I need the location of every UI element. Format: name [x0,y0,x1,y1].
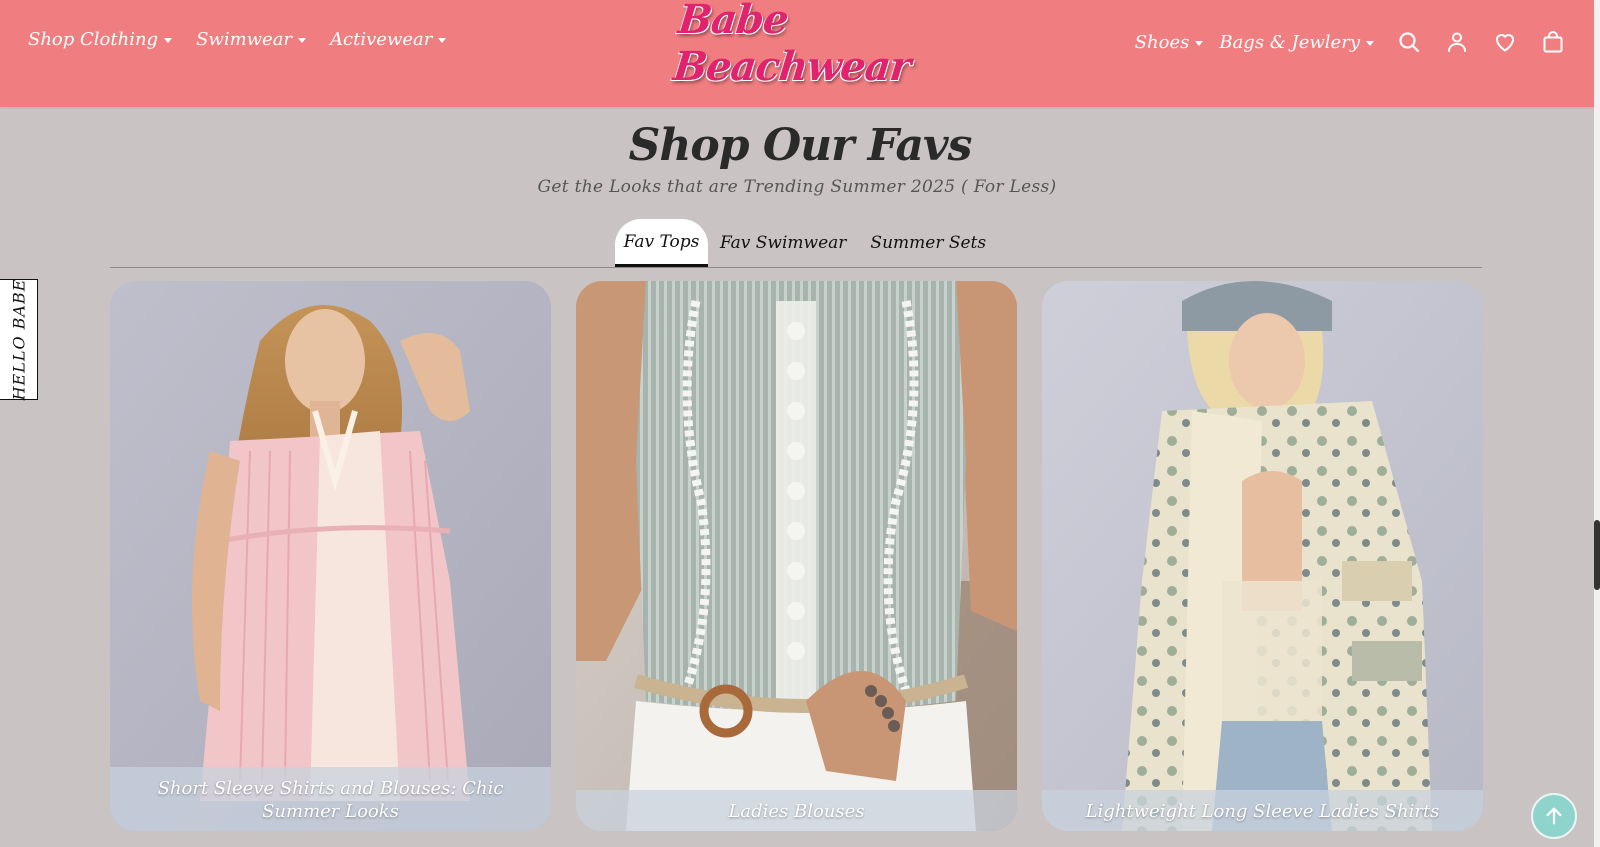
nav-activewear[interactable]: Activewear [330,29,447,50]
site-header: Shop Clothing Swimwear Activewear Babe B… [0,0,1594,107]
product-image-striped-lace-blouse [576,281,1017,831]
nav-swimwear-label: Swimwear [196,29,293,50]
search-icon[interactable] [1396,29,1422,55]
nav-swimwear[interactable]: Swimwear [196,29,307,50]
caret-down-icon [438,38,447,43]
brand-logo-text: Babe Beachwear [671,0,913,90]
nav-bags-jewelry[interactable]: Bags & Jewlery [1219,32,1374,53]
side-tab-label: HELLO BABE [9,278,28,401]
product-image-patchwork-shirt [1042,281,1483,831]
caret-down-icon [164,38,173,43]
wishlist-heart-icon[interactable] [1492,29,1518,55]
nav-shoes-label: Shoes [1134,31,1190,53]
nav-shop-clothing-label: Shop Clothing [28,29,159,50]
card-caption: Short Sleeve Shirts and Blouses: Chic Su… [110,767,551,831]
nav-right: Shoes Bags & Jewlery [1135,29,1566,55]
product-card-short-sleeve-shirts[interactable]: Short Sleeve Shirts and Blouses: Chic Su… [110,281,551,831]
page-scrollbar-thumb[interactable] [1594,520,1600,590]
back-to-top-button[interactable] [1531,793,1577,839]
arrow-up-icon [1546,807,1562,825]
product-card-ladies-blouses[interactable]: Ladies Blouses [576,281,1017,831]
cart-bag-icon[interactable] [1540,29,1566,55]
collection-tabs: Fav Tops Fav Swimwear Summer Sets [615,219,998,267]
account-icon[interactable] [1444,29,1470,55]
hello-babe-side-tab[interactable]: HELLO BABE [0,279,38,400]
nav-shoes[interactable]: Shoes [1135,32,1204,53]
product-card-long-sleeve-shirts[interactable]: Lightweight Long Sleeve Ladies Shirts [1042,281,1483,831]
brand-logo[interactable]: Babe Beachwear [671,0,916,90]
caret-down-icon [298,38,307,43]
card-caption: Ladies Blouses [576,790,1017,831]
section-subtitle: Get the Looks that are Trending Summer 2… [537,177,1057,197]
tabs-divider [110,267,1482,268]
card-caption: Lightweight Long Sleeve Ladies Shirts [1042,790,1483,831]
nav-activewear-label: Activewear [330,29,433,50]
caret-down-icon [1195,40,1204,46]
nav-left: Shop Clothing Swimwear Activewear [28,29,447,50]
caret-down-icon [1366,40,1374,46]
nav-shop-clothing[interactable]: Shop Clothing [28,29,173,50]
section-title: Shop Our Favs [628,120,973,171]
product-image-pink-blouse [110,281,551,831]
nav-bags-jewelry-label: Bags & Jewlery [1219,31,1360,53]
tab-fav-swimwear[interactable]: Fav Swimwear [708,219,858,267]
tab-summer-sets[interactable]: Summer Sets [858,219,998,267]
tab-fav-tops[interactable]: Fav Tops [615,219,708,267]
